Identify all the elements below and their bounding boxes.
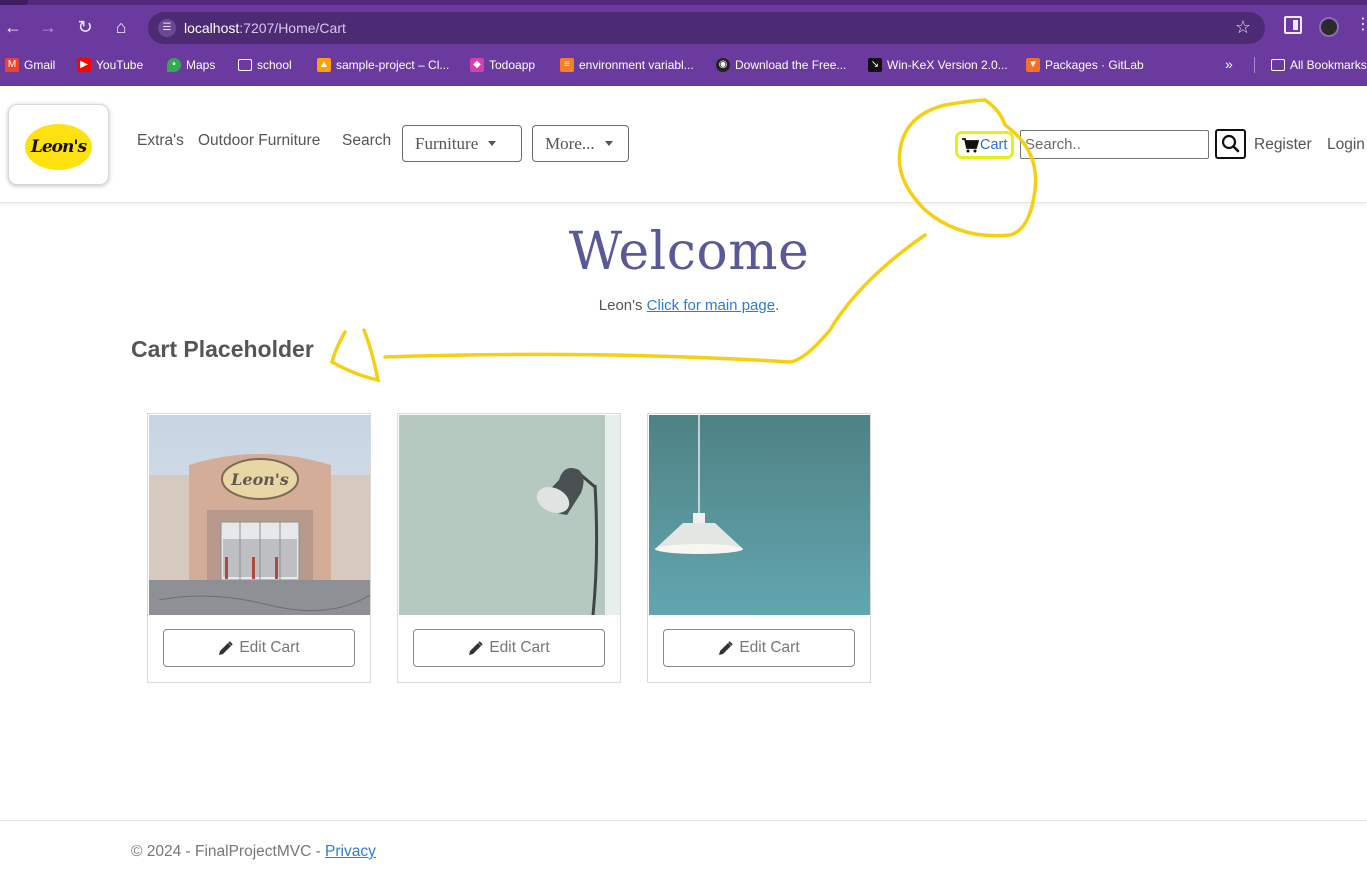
pencil-icon	[719, 640, 734, 655]
privacy-link[interactable]: Privacy	[325, 843, 376, 860]
cart-card: Leon's Edit Cart	[147, 413, 371, 683]
url-text[interactable]: localhost:7207/Home/Cart	[184, 20, 346, 36]
more-dropdown-label: More...	[545, 133, 595, 153]
bookmarks-bar: M Gmail ▶ YouTube • Maps school ▲ sample-pro…	[0, 53, 1367, 77]
register-link[interactable]: Register	[1254, 136, 1312, 154]
folder-icon	[1271, 59, 1285, 71]
address-bar[interactable]: ☰ localhost:7207/Home/Cart ☆	[148, 12, 1265, 44]
all-bookmarks-folder[interactable]: All Bookmarks	[1271, 56, 1367, 74]
edit-cart-label: Edit Cart	[239, 639, 300, 656]
furniture-dropdown-label: Furniture	[415, 133, 479, 153]
welcome-subtext: Leon's Click for main page.	[598, 297, 780, 314]
back-icon[interactable]: ←	[0, 14, 26, 40]
maps-icon: •	[167, 58, 181, 72]
bookmark-winkex[interactable]: ↘ Win-KeX Version 2.0...	[868, 56, 1008, 74]
welcome-heading: Welcome	[568, 222, 810, 282]
bookmark-maps[interactable]: • Maps	[167, 56, 215, 74]
store-front-photo: Leon's	[149, 415, 370, 615]
todoapp-icon: ◆	[470, 58, 484, 72]
edit-cart-button[interactable]: Edit Cart	[663, 629, 855, 667]
cart-card: Edit Cart	[397, 413, 621, 683]
site-navbar: Leon's Extra's Outdoor Furniture Search …	[0, 86, 1367, 203]
nav-search[interactable]: Search	[342, 132, 391, 150]
bookmark-school[interactable]: school	[238, 56, 292, 74]
pencil-icon	[469, 640, 484, 655]
bookmark-todoapp[interactable]: ◆ Todoapp	[470, 56, 535, 74]
more-dropdown[interactable]: More...	[532, 125, 629, 162]
browser-menu-icon[interactable]: ⋮	[1355, 16, 1367, 34]
bookmarks-divider	[1254, 57, 1255, 73]
reload-icon[interactable]: ↻	[72, 14, 98, 40]
footer-divider	[0, 820, 1367, 821]
search-icon	[1221, 134, 1240, 153]
logo-text: Leon's	[30, 137, 87, 157]
edit-cart-button[interactable]: Edit Cart	[163, 629, 355, 667]
nav-extras[interactable]: Extra's	[137, 132, 184, 150]
page: Leon's Extra's Outdoor Furniture Search …	[0, 86, 1367, 881]
gitlab-icon: ▼	[1026, 58, 1040, 72]
shopping-cart-icon	[962, 137, 979, 152]
search-input[interactable]: Search..	[1020, 130, 1209, 159]
site-info-icon[interactable]: ☰	[158, 19, 176, 37]
caret-down-icon	[488, 141, 497, 146]
gmail-icon: M	[5, 58, 19, 72]
firebase-icon: ▲	[317, 58, 331, 72]
cart-card: Edit Cart	[647, 413, 871, 683]
bookmark-star-icon[interactable]: ☆	[1235, 17, 1251, 38]
nav-outdoor-furniture[interactable]: Outdoor Furniture	[198, 132, 320, 150]
search-button[interactable]	[1215, 129, 1246, 159]
active-tab[interactable]	[0, 0, 28, 5]
floor-lamp-photo	[399, 415, 620, 615]
kali-icon: ↘	[868, 58, 882, 72]
pencil-icon	[219, 640, 234, 655]
edit-cart-label: Edit Cart	[739, 639, 800, 656]
bookmark-download[interactable]: ◉ Download the Free...	[716, 56, 846, 74]
cart-title: Cart Placeholder	[131, 336, 314, 362]
footer: © 2024 - FinalProjectMVC - Privacy	[131, 843, 376, 860]
browser-chrome: ← → ↻ ⌂ ☰ localhost:7207/Home/Cart ☆ ⋮ M…	[0, 0, 1367, 86]
brand-logo-link[interactable]: Leon's	[8, 104, 109, 185]
tab-strip	[0, 0, 1367, 5]
bookmarks-overflow-icon[interactable]: »	[1225, 56, 1233, 72]
bookmark-gitlab[interactable]: ▼ Packages · GitLab	[1026, 56, 1144, 74]
bookmark-environment[interactable]: ≡ environment variabl...	[560, 56, 694, 74]
main-page-link[interactable]: Click for main page	[647, 297, 775, 314]
edit-cart-label: Edit Cart	[489, 639, 550, 656]
caret-down-icon	[604, 141, 613, 146]
furniture-dropdown[interactable]: Furniture	[402, 125, 522, 162]
edit-cart-button[interactable]: Edit Cart	[413, 629, 605, 667]
search-placeholder: Search..	[1025, 136, 1081, 153]
cart-link[interactable]: Cart	[955, 131, 1015, 159]
svg-text:Leon's: Leon's	[230, 470, 289, 489]
pendant-lamp-photo	[649, 415, 870, 615]
login-link[interactable]: Login	[1327, 136, 1365, 154]
profile-avatar[interactable]	[1319, 17, 1339, 37]
stackoverflow-icon: ≡	[560, 58, 574, 72]
forward-icon[interactable]: →	[35, 14, 61, 40]
bookmark-gmail[interactable]: M Gmail	[5, 56, 55, 74]
bookmark-sample-project[interactable]: ▲ sample-project – Cl...	[317, 56, 449, 74]
home-icon[interactable]: ⌂	[108, 14, 134, 40]
bookmark-youtube[interactable]: ▶ YouTube	[77, 56, 143, 74]
cart-label: Cart	[980, 137, 1008, 153]
eye-icon: ◉	[716, 58, 730, 72]
folder-icon	[238, 59, 252, 71]
leons-logo: Leon's	[25, 124, 92, 170]
side-panel-icon[interactable]	[1284, 16, 1302, 34]
youtube-icon: ▶	[77, 58, 91, 72]
